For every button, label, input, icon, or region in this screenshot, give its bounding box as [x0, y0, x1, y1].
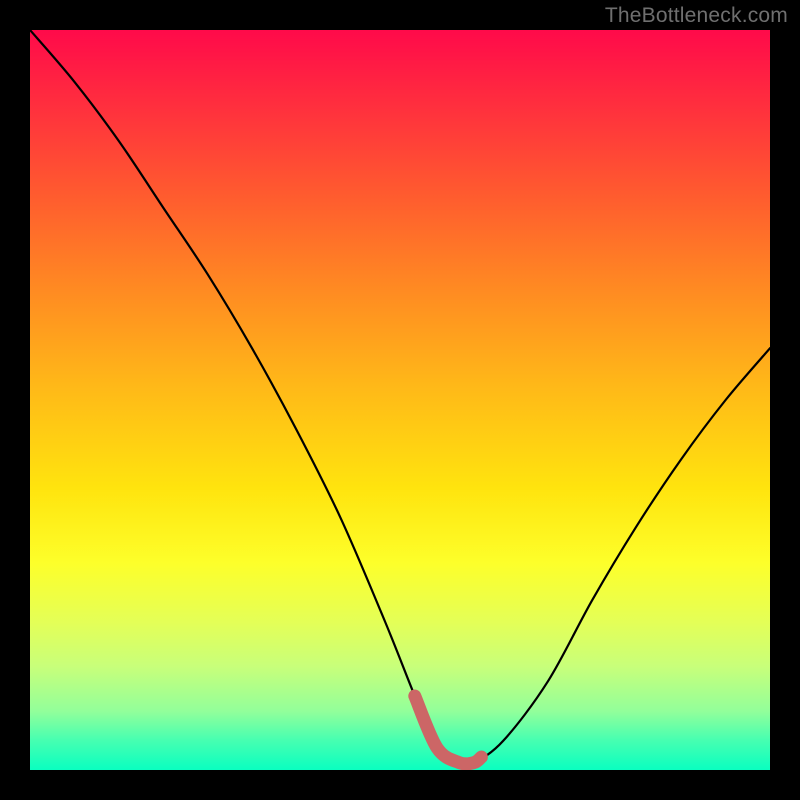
bottleneck-curve: [30, 30, 770, 765]
chart-frame: TheBottleneck.com: [0, 0, 800, 800]
plot-area: [30, 30, 770, 770]
curve-layer: [30, 30, 770, 770]
watermark-text: TheBottleneck.com: [605, 4, 788, 28]
flat-bottom-highlight: [415, 696, 482, 764]
